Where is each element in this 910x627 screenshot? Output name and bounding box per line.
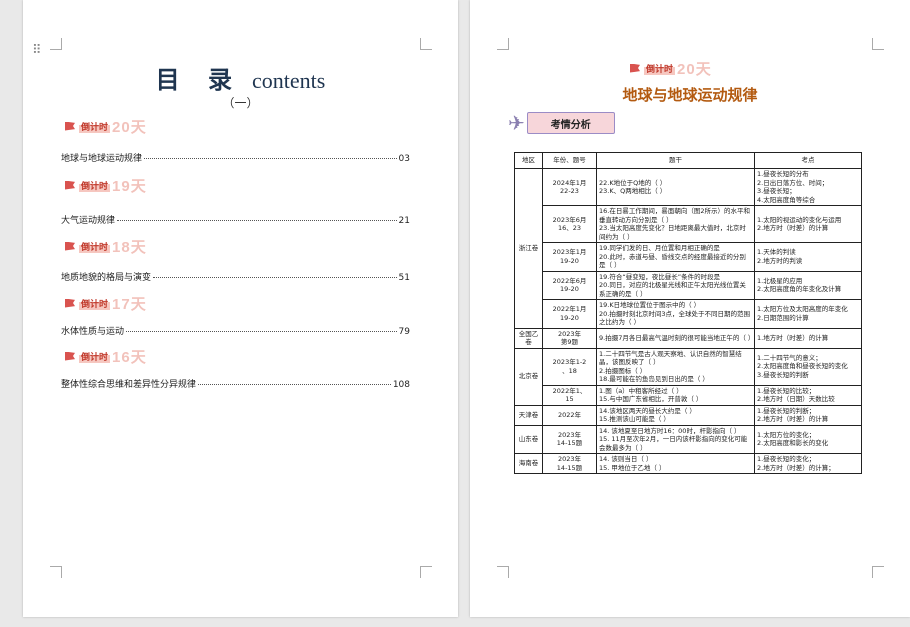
- region-cell: 山东卷: [514, 424, 543, 454]
- table-row: 北京卷 2023年1-2 、18 1.二十四节气是古人观天察地、认识自然的智慧结晶，该…: [514, 347, 862, 406]
- margin-corner-top-left: [497, 38, 509, 50]
- year-cell: 2022年1月 19-20: [542, 299, 597, 329]
- toc-title: 目 录 contents: [23, 60, 458, 95]
- table-row: 2023年1月 19-20 19.同学们发的日、月位置和月相正确的是 20.此时，赤道…: [515, 242, 862, 272]
- table-row: 山东卷 2023年 14-15题 14. 该地夏至日地方时16：00时，杆影指向（ ）…: [514, 424, 862, 454]
- margin-corner-bottom-left: [497, 566, 509, 578]
- flag-icon: [65, 180, 75, 190]
- chapter-title: 地球与地球运动规律: [622, 86, 758, 104]
- table-row: 浙江卷 2024年1月 22-23 22.K地位于Q地的（ ） 23.K、Q两地相比（ …: [514, 168, 862, 329]
- table-row: 全国乙卷 2023年 第9题 9.拍摄7月各日最高气温时刻的很可能当地正午的（ ） 1.…: [514, 327, 862, 349]
- exam-analysis-table: 地区 年份、题号 题干 考点 浙江卷 2024年1月 22-23 22.K地位于Q地的…: [514, 152, 862, 474]
- toc-entry[interactable]: 整体性综合思维和差异性分异规律 108: [61, 377, 410, 390]
- toc-title-en: contents: [252, 68, 326, 93]
- stem-cell: 19.符合“昼变短，夜比昼长”条件的时段是 20.同日，对应的北极星光线和正午太阳…: [596, 270, 755, 300]
- analysis-label: 考情分析: [526, 112, 615, 134]
- points-cell: 1.地方时（时差）的计算: [754, 327, 862, 349]
- margin-corner-bottom-right: [872, 566, 884, 578]
- margin-corner-top-right: [872, 38, 884, 50]
- countdown-badge: 倒计时 20天: [630, 60, 712, 78]
- table-row: 2022年6月 19-20 19.符合“昼变短，夜比昼长”条件的时段是 20.同日，对…: [515, 270, 862, 300]
- flag-icon: [65, 241, 75, 251]
- toc-title-cn: 目 录: [155, 65, 243, 94]
- flag-icon: [65, 298, 75, 308]
- region-cell: 全国乙卷: [514, 327, 543, 349]
- toc-subtitle: （一）: [222, 96, 259, 110]
- flag-icon: [630, 63, 640, 73]
- year-cell: 2023年 14-15题: [542, 424, 597, 454]
- region-cell: 浙江卷: [514, 168, 543, 329]
- region-cell: 天津卷: [514, 404, 543, 426]
- year-cell: 2023年1-2 、18: [542, 347, 597, 386]
- points-cell: 1.北极星的应用 2.太阳高度角的年变化及计算: [754, 270, 862, 300]
- year-cell: 2022年6月 19-20: [542, 270, 597, 300]
- flag-icon: [65, 121, 75, 131]
- points-cell: 1.昼夜长短的变化； 2.地方时（时差）的计算；: [754, 453, 862, 474]
- year-cell: 2023年 14-15题: [542, 453, 597, 474]
- countdown-badge: 倒计时 20天: [65, 118, 147, 136]
- table-row: 2023年6月 16、23 16.在日晷工作期间，晷面朝向（图2所示）的水平和垂直转…: [515, 205, 862, 243]
- region-cell: 海南卷: [514, 453, 543, 474]
- points-cell: 1.昼夜长短的分布 2.日出日落方位、时间； 3.昼夜长短； 4.太阳高度角等综合: [754, 168, 862, 206]
- stem-cell: 19.K日地球位置位于图示中的（ ） 20.拍摄时刻北京时间3点，全球处于不同日期…: [596, 299, 755, 329]
- drag-handle-icon[interactable]: ⠿: [32, 44, 42, 57]
- toc-entry[interactable]: 地质地貌的格局与演变 51: [61, 270, 410, 283]
- points-cell: 1.二十四节气的意义； 2.太阳高度角和昼夜长短的变化 3.昼夜长短的判断: [754, 347, 862, 386]
- toc-entry[interactable]: 水体性质与运动 79: [61, 324, 410, 337]
- year-cell: 2024年1月 22-23: [542, 168, 597, 206]
- points-cell: 1.太阳方位的变化； 2.太阳高度和影长的变化: [754, 424, 862, 454]
- margin-corner-bottom-right: [420, 566, 432, 578]
- stem-cell: 19.同学们发的日、月位置和月相正确的是 20.此时，赤道与昼、昏线交点的经度最接…: [596, 242, 755, 272]
- margin-corner-top-left: [50, 38, 62, 50]
- stem-cell: 14.该地区两天的昼长大约是（ ） 15.推测该山可能是（ ）: [596, 404, 755, 426]
- points-cell: 1.太阳的视运动的变化与运用 2.地方时（时差）的计算: [754, 205, 862, 243]
- header-points: 考点: [754, 152, 862, 169]
- table-row: 海南卷 2023年 14-15题 14. 该则当日（ ） 15. 甲地位于乙地（ ） 1.…: [514, 453, 862, 474]
- toc-page: ⠿ 目 录 contents （一） 倒计时 20天 地球与地球运动规律 03 倒计时…: [23, 0, 458, 617]
- stem-cell: 16.在日晷工作期间，晷面朝向（图2所示）的水平和垂直转动方向分别是（ ） 23.…: [596, 205, 755, 243]
- year-cell: 2022年: [542, 404, 597, 426]
- stem-cell: 1.二十四节气是古人观天察地、认识自然的智慧结晶，该图反映了（ ） 2.拍摄图标（…: [596, 347, 755, 386]
- header-region: 地区: [514, 152, 543, 169]
- header-stem: 题干: [596, 152, 755, 169]
- countdown-badge: 倒计时 18天: [65, 238, 147, 256]
- year-cell: 2022年1、 15: [542, 384, 597, 406]
- points-cell: 1.太阳方位及太阳高度的年变化 2.日期范围的计算: [754, 299, 862, 329]
- year-cell: 2023年1月 19-20: [542, 242, 597, 272]
- stem-cell: 14. 该则当日（ ） 15. 甲地位于乙地（ ）: [596, 453, 755, 474]
- flag-icon: [65, 351, 75, 361]
- countdown-badge: 倒计时 17天: [65, 295, 147, 313]
- points-cell: 1.天体的判读 2.地方时的判读: [754, 242, 862, 272]
- points-cell: 1.昼夜长短的判断； 2.地方时（时差）的计算: [754, 404, 862, 426]
- toc-entry[interactable]: 地球与地球运动规律 03: [61, 151, 410, 164]
- stem-cell: 14. 该地夏至日地方时16：00时，杆影指向（ ） 15. 11月至次年2月，一…: [596, 424, 755, 454]
- stem-cell: 1.图（a）中租客所经过（ ） 15.与中国广东省相比，开普敦（ ）: [596, 384, 755, 406]
- stem-cell: 22.K地位于Q地的（ ） 23.K、Q两地相比（ ）: [596, 168, 755, 206]
- countdown-badge: 倒计时 16天: [65, 348, 147, 366]
- margin-corner-top-right: [420, 38, 432, 50]
- region-cell: 北京卷: [514, 347, 543, 406]
- stem-cell: 9.拍摄7月各日最高气温时刻的很可能当地正午的（ ）: [596, 327, 755, 349]
- content-page: 倒计时 20天 地球与地球运动规律 ✈ 考情分析 地区 年份、题号 题干 考点 浙…: [470, 0, 910, 617]
- countdown-badge: 倒计时 19天: [65, 177, 147, 195]
- analysis-heading: ✈ 考情分析: [508, 110, 615, 136]
- toc-entry[interactable]: 大气运动规律 21: [61, 213, 410, 226]
- year-cell: 2023年6月 16、23: [542, 205, 597, 243]
- margin-corner-bottom-left: [50, 566, 62, 578]
- table-row: 2022年1月 19-20 19.K日地球位置位于图示中的（ ） 20.拍摄时刻北京时…: [515, 299, 862, 329]
- header-year: 年份、题号: [542, 152, 597, 169]
- table-row: 天津卷 2022年 14.该地区两天的昼长大约是（ ） 15.推测该山可能是（ ） 1.…: [514, 404, 862, 426]
- points-cell: 1.昼夜长短的比较； 2.地方时（日期）天数比较: [754, 384, 862, 406]
- year-cell: 2023年 第9题: [542, 327, 597, 349]
- table-header-row: 地区 年份、题号 题干 考点: [514, 152, 862, 169]
- paper-plane-icon: ✈: [508, 111, 525, 135]
- table-row: 2022年1、 15 1.图（a）中租客所经过（ ） 15.与中国广东省相比，开普敦（…: [515, 384, 862, 406]
